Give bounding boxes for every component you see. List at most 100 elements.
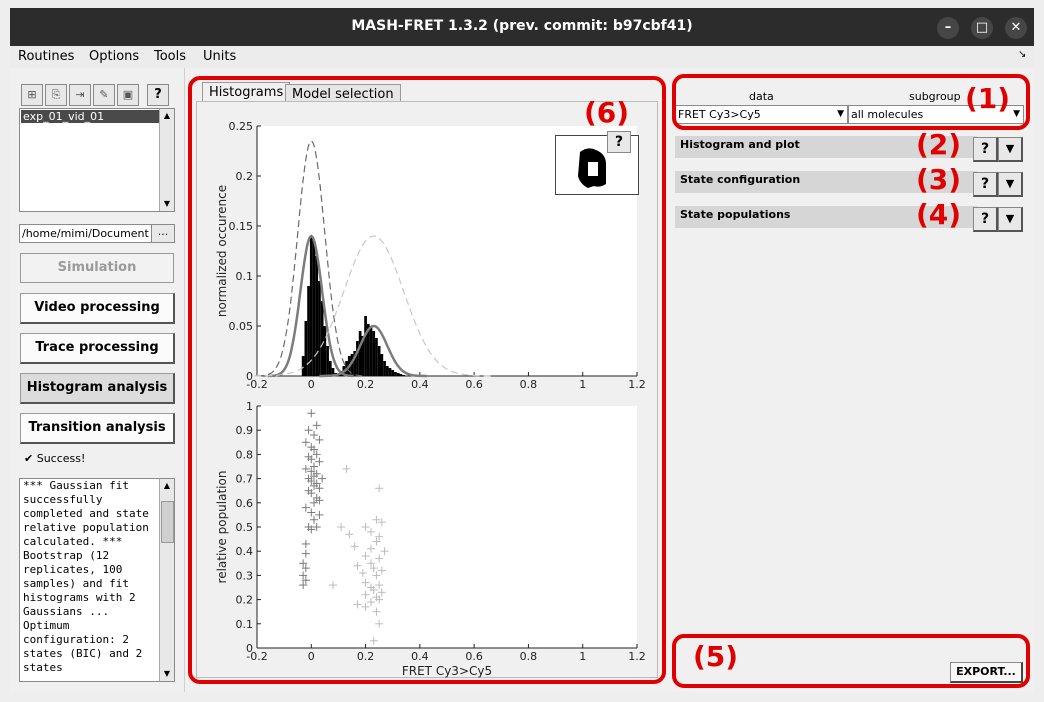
histogram-bar [364,316,367,376]
x-tick-label: 0.6 [465,650,483,663]
histogram-bar [402,375,405,376]
histogram-bar [358,331,362,376]
x-tick-label: 1.2 [628,650,646,663]
scroll-down-icon[interactable]: ▼ [160,197,174,211]
status-text: ✔ Success! [24,452,86,465]
histogram-bar [375,338,378,376]
y-axis-label: normalized occurence [215,185,229,317]
histogram-bar [372,331,376,376]
dock-icon[interactable]: ↘ [1018,49,1026,60]
histogram-bar [304,321,308,376]
y-tick-label: 0 [246,370,253,383]
help-button[interactable]: ? [973,172,998,197]
maximize-button[interactable]: □ [971,17,993,39]
x-tick-label: 0 [308,378,315,391]
close-button[interactable]: ✕ [1005,17,1027,39]
x-tick-label: 0.4 [411,378,429,391]
x-tick-label: 1 [579,650,586,663]
expand-button[interactable]: ▼ [998,137,1023,162]
menu-units[interactable]: Units [203,49,236,64]
x-tick-label: 1.2 [628,378,646,391]
window-title: MASH-FRET 1.3.2 (prev. commit: b97cbf41) [351,18,693,34]
import-icon[interactable]: ⇥ [69,84,91,106]
histogram-bar [383,361,386,376]
x-tick-label: 0.6 [465,378,483,391]
y-axis-label: relative population [215,471,229,584]
expand-button[interactable]: ▼ [998,172,1023,197]
trace-processing-button[interactable]: Trace processing [20,333,175,364]
annotation-label-5: (5) [693,640,739,673]
browse-button[interactable]: ... [151,224,175,243]
histogram-bar [394,372,397,376]
histogram-bar [309,236,313,376]
log-text: *** Gaussian fit successfully completed … [23,479,156,674]
histogram-bar [369,326,373,376]
log-scrollbar[interactable]: ▲ ▼ [159,479,174,681]
y-tick-label: 0.1 [236,618,254,631]
population-axes: -0.2 0 0.2 0.4 0.6 0.8 1 1.200.10.20.30.40.50.6… [215,400,646,678]
y-tick-label: 0.1 [236,270,254,283]
edit-icon[interactable]: ✎ [93,84,115,106]
simulation-button[interactable]: Simulation [20,253,174,283]
path-field[interactable]: /home/mimi/Document [19,224,153,243]
transition-analysis-button[interactable]: Transition analysis [20,413,175,444]
tab-histograms[interactable]: Histograms [202,82,291,102]
x-axis-label: FRET Cy3>Cy5 [402,664,492,678]
project-list[interactable]: exp_01_vid_01 ▲ ▼ [19,108,175,212]
histogram-bar [396,373,400,376]
menu-bar: Routines Options Tools Units ↘ [10,46,1034,69]
data-label: data [749,90,774,103]
expand-button[interactable]: ▼ [998,207,1023,232]
minimize-button[interactable]: – [937,17,959,39]
annotation-label-4: (4) [916,198,962,231]
histogram-bar [380,354,384,376]
help-button[interactable]: ? [973,137,998,162]
annotation-label-6: (6) [584,96,630,129]
help-icon[interactable]: ? [147,84,169,106]
data-select-value: FRET Cy3>Cy5 [678,108,761,121]
y-tick-label: 1 [246,400,253,413]
save-icon[interactable]: ▣ [117,84,139,106]
scroll-thumb[interactable] [161,501,174,543]
x-tick-label: 0.8 [520,650,538,663]
scroll-up-icon[interactable]: ▲ [160,109,174,123]
y-tick-label: 0.3 [236,569,254,582]
histogram-bar [356,341,359,376]
list-scrollbar[interactable]: ▲ ▼ [159,109,174,211]
x-tick-label: 1 [579,378,586,391]
histogram-bar [301,356,305,376]
histogram-bar [320,301,324,376]
video-processing-button[interactable]: Video processing [20,293,175,324]
histogram-analysis-button[interactable]: Histogram analysis [20,373,175,404]
new-project-icon[interactable]: ⊞ [21,84,43,106]
x-tick-label: 0.2 [357,650,375,663]
histogram-bar [377,346,381,376]
export-button[interactable]: EXPORT... [950,662,1023,683]
chevron-down-icon: ▼ [837,109,844,119]
x-tick-label: 0 [308,650,315,663]
histogram-bar [385,366,389,376]
y-tick-label: 0.2 [236,594,254,607]
data-select[interactable]: FRET Cy3>Cy5 ▼ [675,105,848,124]
menu-tools[interactable]: Tools [154,49,186,64]
scroll-down-icon[interactable]: ▼ [160,667,174,681]
menu-routines[interactable]: Routines [18,49,74,64]
histogram-bar [388,368,392,376]
subgroup-label: subgroup [909,90,961,103]
annotation-label-2: (2) [916,128,962,161]
menu-options[interactable]: Options [89,49,139,64]
thumbnail-help-button[interactable]: ? [607,131,631,153]
list-item[interactable]: exp_01_vid_01 [21,110,159,123]
histogram-bar [399,374,403,376]
y-tick-label: 0.6 [236,497,254,510]
scroll-up-icon[interactable]: ▲ [160,479,174,493]
help-button[interactable]: ? [973,207,998,232]
x-tick-label: 0.8 [520,378,538,391]
y-tick-label: 0.9 [236,424,254,437]
title-bar: MASH-FRET 1.3.2 (prev. commit: b97cbf41)… [10,8,1034,46]
x-tick-label: 0.2 [357,378,375,391]
log-box: *** Gaussian fit successfully completed … [19,478,175,682]
open-project-icon[interactable]: ⎘ [45,84,67,106]
histogram-bar [328,361,332,376]
histogram-bar [318,281,321,376]
